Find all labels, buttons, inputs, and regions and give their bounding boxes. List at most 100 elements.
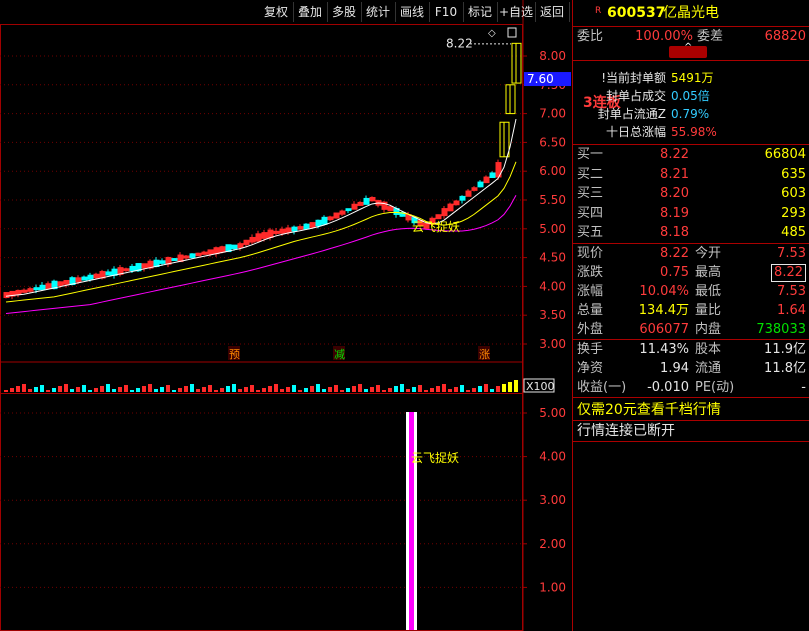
promo-text[interactable]: 仅需20元查看千档行情 [577,400,721,420]
kline-chart-area[interactable]: 8.007.507.006.506.005.505.004.504.003.50… [0,0,571,631]
stat-row: 现价 8.22 今开 7.53 [573,244,809,264]
weicha-value: 68820 [764,29,806,44]
volume-bar [154,389,158,392]
volume-bar [58,386,62,392]
ma-line-long [5,195,517,314]
volume-bar [358,384,362,392]
volume-bar [16,386,20,392]
indicator-tick-label: 1.00 [539,580,566,594]
fund-label: 换手 [577,342,604,357]
current-price-label: 7.60 [527,72,554,86]
toolbar-button-8[interactable]: 返回 [535,2,570,22]
bid-row[interactable]: 买五 8.18 485 [573,223,809,243]
volume-scale-label: X100 [526,380,555,393]
stat-row: 涨幅 10.04% 最低 7.53 [573,282,809,302]
quote-panel: R 600537 亿晶光电 委比 100.00% 委差 68820 ^ 3连板 … [572,0,809,631]
seal-label: 封单占流通Z [597,107,666,121]
volume-bar [346,388,350,392]
volume-bar [28,389,32,392]
toolbar-button-3[interactable]: 统计 [361,2,396,22]
promo-row[interactable]: 仅需20元查看千档行情 [573,400,809,420]
volume-bar [262,388,266,392]
volume-bar [460,385,464,392]
toolbar-button-0[interactable]: 复权 [259,2,294,22]
candle-body [63,279,70,285]
candle-body [123,268,130,272]
stat-label: 涨跌 [577,265,604,280]
stat-value-2: 1.64 [777,303,806,318]
candle-body [159,260,166,264]
stock-name[interactable]: 亿晶光电 [663,3,719,23]
volume-bar [442,384,446,392]
candle-body [315,219,322,227]
collapse-button[interactable]: ^ [669,42,707,58]
price-tick-label: 3.00 [539,337,566,351]
candle-body [183,255,190,259]
volume-bar [418,385,422,392]
volume-bar [400,384,404,392]
bid-row[interactable]: 买四 8.19 293 [573,204,809,224]
indicator-annotation: 云飞捉妖 [411,450,459,465]
bid-row[interactable]: 买二 8.21 635 [573,165,809,185]
stat-label: 涨幅 [577,284,604,299]
volume-bar [340,390,344,392]
candle-body [57,281,64,286]
candle-body [255,233,262,242]
signal-bar-white [406,412,409,630]
candle-body [141,263,148,269]
toolbar-button-2[interactable]: 多股 [327,2,362,22]
candle-body [249,236,256,243]
volume-bar [94,388,98,392]
seal-row: 封单占流通Z 0.79% [573,104,809,124]
stock-badge: R [595,6,602,16]
volume-bar [508,382,512,392]
candle-body [387,206,394,212]
bid-label: 买五 [577,225,604,240]
stock-code[interactable]: 600537 [607,3,665,23]
event-marker: 减 [334,348,345,361]
bid-label: 买三 [577,186,604,201]
volume-bar [142,386,146,392]
bid-row[interactable]: 买一 8.22 66804 [573,145,809,165]
kline-chart[interactable]: 8.007.507.006.506.005.505.004.504.003.50… [0,0,571,631]
volume-bar [286,387,290,392]
volume-bar [382,390,386,392]
volume-bar [238,389,242,392]
toolbar-button-5[interactable]: F10 [429,2,464,22]
bid-row[interactable]: 买三 8.20 603 [573,184,809,204]
candle-body [207,249,214,255]
price-tick-label: 4.00 [539,279,566,293]
volume-bar [4,390,8,392]
volume-bar [202,387,206,392]
bid-volume: 635 [781,166,806,182]
candle-body [441,208,448,217]
stat-label-2: 最高 [695,265,722,280]
signal-annotation: 云飞捉妖 [412,219,460,234]
bid-price: 8.20 [660,186,689,201]
volume-bar [100,386,104,392]
toolbar-button-4[interactable]: 画线 [395,2,430,22]
volume-bar [292,385,296,392]
price-tick-label: 8.00 [539,49,566,63]
toolbar-button-6[interactable]: 标记 [463,2,498,22]
fund-label-2: 流通 [695,361,722,376]
candle-body [231,244,238,250]
seal-value: 5491万 [671,71,714,85]
candle-body [267,229,274,239]
candle-body [483,176,490,184]
fund-label: 净资 [577,361,604,376]
candle-body [81,276,88,281]
toolbar-button-1[interactable]: 叠加 [293,2,328,22]
weicha-label: 委差 [697,29,724,44]
volume-bar [10,388,14,392]
candle-body [303,223,310,230]
indicator-tick-label: 2.00 [539,537,566,551]
toolbar-button-7[interactable]: +自选 [497,2,536,22]
candle-body [297,226,304,230]
volume-bar [472,388,476,392]
stat-value: 606077 [639,322,689,337]
volume-bar [280,389,284,392]
seal-label: 封单占成交 [605,89,666,103]
connection-status: 行情连接已断开 [577,423,675,439]
candle-body [219,246,226,253]
